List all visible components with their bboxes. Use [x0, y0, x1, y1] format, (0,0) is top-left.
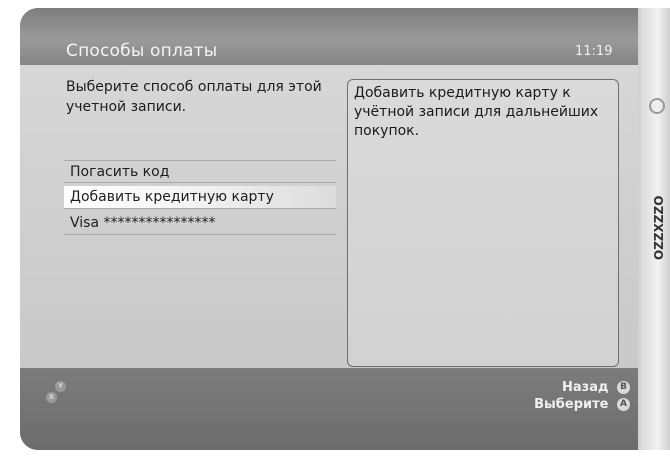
header-bar: Способы оплаты 11:19: [20, 8, 670, 65]
main-panel: Выберите способ оплаты для этой учетной …: [20, 65, 638, 368]
y-button-icon[interactable]: Y: [55, 381, 66, 392]
menu-item-label: Visa ****************: [70, 215, 216, 231]
description-text: Добавить кредитную карту к учётной запис…: [354, 85, 599, 139]
x-button-icon[interactable]: X: [46, 392, 57, 403]
payment-method-menu: Погасить код Добавить кредитную карту Vi…: [64, 160, 336, 238]
description-box: Добавить кредитную карту к учётной запис…: [347, 79, 619, 367]
menu-item-redeem-code[interactable]: Погасить код: [64, 160, 336, 183]
back-label: Назад: [561, 380, 609, 395]
dashboard-screen: Способы оплаты 11:19 Выберите способ опл…: [20, 8, 670, 450]
footer-bar: Y X Назад B Выберите A: [20, 368, 638, 450]
action-hints: Назад B Выберите A: [470, 368, 630, 428]
blade-ring-icon: [649, 98, 665, 114]
menu-item-visa[interactable]: Visa ****************: [64, 212, 336, 235]
prompt-text: Выберите способ оплаты для этой учетной …: [66, 79, 322, 115]
menu-item-add-credit-card[interactable]: Добавить кредитную карту: [64, 186, 336, 209]
menu-item-label: Добавить кредитную карту: [70, 189, 274, 205]
back-action[interactable]: Назад B: [562, 380, 630, 395]
select-label: Выберите: [534, 397, 609, 412]
a-button-icon: A: [617, 398, 630, 411]
menu-item-label: Погасить код: [70, 164, 170, 180]
b-button-icon: B: [617, 381, 630, 394]
select-action[interactable]: Выберите A: [534, 397, 630, 412]
blade-label: OZZXZZO: [652, 195, 666, 261]
page-title: Способы оплаты: [66, 41, 218, 61]
clock: 11:19: [575, 44, 613, 59]
